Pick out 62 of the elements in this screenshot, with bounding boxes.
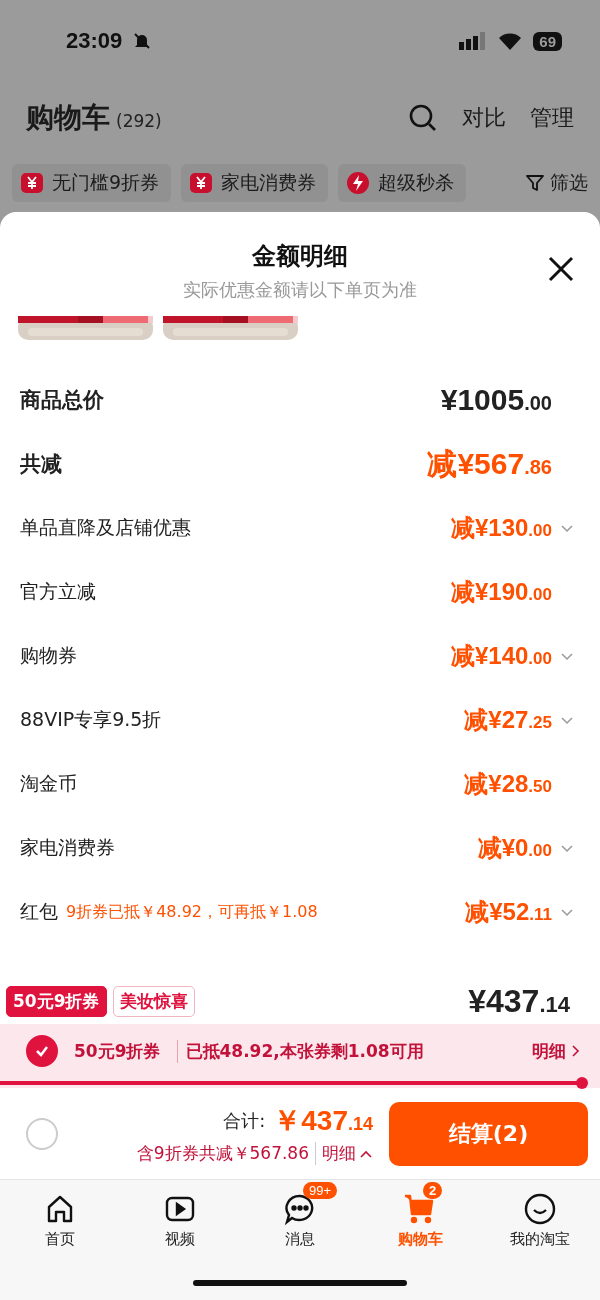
price-row-amount: 减¥140.00 [450, 641, 552, 671]
coupon-name: 50元9折券 [74, 1039, 161, 1063]
total-label: 合计: [223, 1109, 266, 1133]
checkout-button[interactable]: 结算(2) [389, 1101, 588, 1166]
price-row-label: 家电消费券 [20, 835, 115, 860]
filter-chip[interactable]: 家电消费券 [181, 164, 329, 202]
price-row-label: 购物券 [20, 643, 77, 668]
count-badge: 99+ [303, 1182, 338, 1199]
price-row-amount: 减¥27.25 [464, 705, 552, 735]
close-button[interactable] [546, 254, 576, 284]
page-title: 购物车 [26, 101, 110, 134]
coupon-checkbox[interactable] [26, 1035, 58, 1067]
price-row-label: 共减 [20, 451, 62, 478]
header-action[interactable]: 对比 [462, 103, 506, 133]
promo-tag: 美妆惊喜 [112, 985, 195, 1017]
sheet-title: 金额明细 [252, 241, 348, 272]
price-row-label: 淘金币 [20, 771, 77, 796]
price-row-amount: 减¥190.00 [450, 577, 552, 607]
smiley-face-icon [523, 1192, 557, 1226]
price-row-amount: 减¥28.50 [464, 769, 552, 799]
price-row-label: 88VIP专享9.5折 [20, 707, 162, 732]
sheet-subtitle: 实际优惠金额请以下单页为准 [183, 278, 417, 302]
tab-bar-item[interactable]: 2 购物车 [360, 1180, 480, 1253]
total-amount: ￥437.14 [273, 1104, 373, 1138]
price-row-amount: 减¥0.00 [477, 833, 552, 863]
battery-icon: 69 [533, 31, 562, 51]
price-row-amount: ¥1005.00 [440, 383, 552, 417]
signal-icon [459, 32, 488, 50]
chevron-right-icon [570, 1044, 580, 1058]
promo-tag: 50元9折券 [6, 985, 107, 1017]
status-time: 23:09 [66, 28, 123, 54]
filter-chip[interactable]: 超级秒杀 [338, 164, 467, 202]
savings-text: 含9折券共减￥567.86 [136, 1142, 309, 1165]
count-badge: 2 [423, 1182, 443, 1199]
tab-bar-item[interactable]: 我的淘宝 [480, 1180, 600, 1253]
price-row-label: 官方立减 [20, 579, 96, 604]
lightning-icon [346, 171, 371, 195]
price-row-label: 红包 [20, 899, 58, 924]
filter-button[interactable]: 筛选 [526, 170, 588, 196]
detail-link[interactable]: 明细 [315, 1142, 373, 1165]
price-row-note: 9折券已抵￥48.92，可再抵￥1.08 [66, 901, 318, 923]
cart-count: (292) [116, 111, 162, 131]
tab-bar-item[interactable]: 99+ 消息 [240, 1180, 360, 1253]
coupon-detail-link[interactable]: 明细 [532, 1039, 580, 1063]
price-row-label: 单品直降及店铺优惠 [20, 515, 191, 540]
yen-coupon-icon [189, 171, 214, 195]
price-row-label: 商品总价 [20, 387, 104, 414]
search-icon[interactable] [408, 103, 438, 133]
yen-coupon-icon [20, 171, 44, 195]
price-row-amount: 减¥567.86 [427, 445, 552, 482]
header-action[interactable]: 管理 [530, 103, 574, 133]
select-all-radio[interactable] [26, 1117, 58, 1150]
coupon-info: 已抵48.92,本张券剩1.08可用 [176, 1039, 424, 1063]
wifi-icon [497, 32, 524, 50]
tab-bar-item[interactable]: 视频 [120, 1180, 240, 1253]
chevron-up-icon [359, 1148, 373, 1159]
item-price: ¥437.14 [468, 982, 570, 1020]
price-row-amount: 减¥52.11 [465, 897, 552, 927]
tab-bar-item[interactable]: 首页 [0, 1180, 120, 1253]
price-row-amount: 减¥130.00 [450, 513, 552, 543]
filter-chip[interactable]: 无门槛9折券 [12, 164, 172, 202]
funnel-icon [526, 174, 544, 192]
